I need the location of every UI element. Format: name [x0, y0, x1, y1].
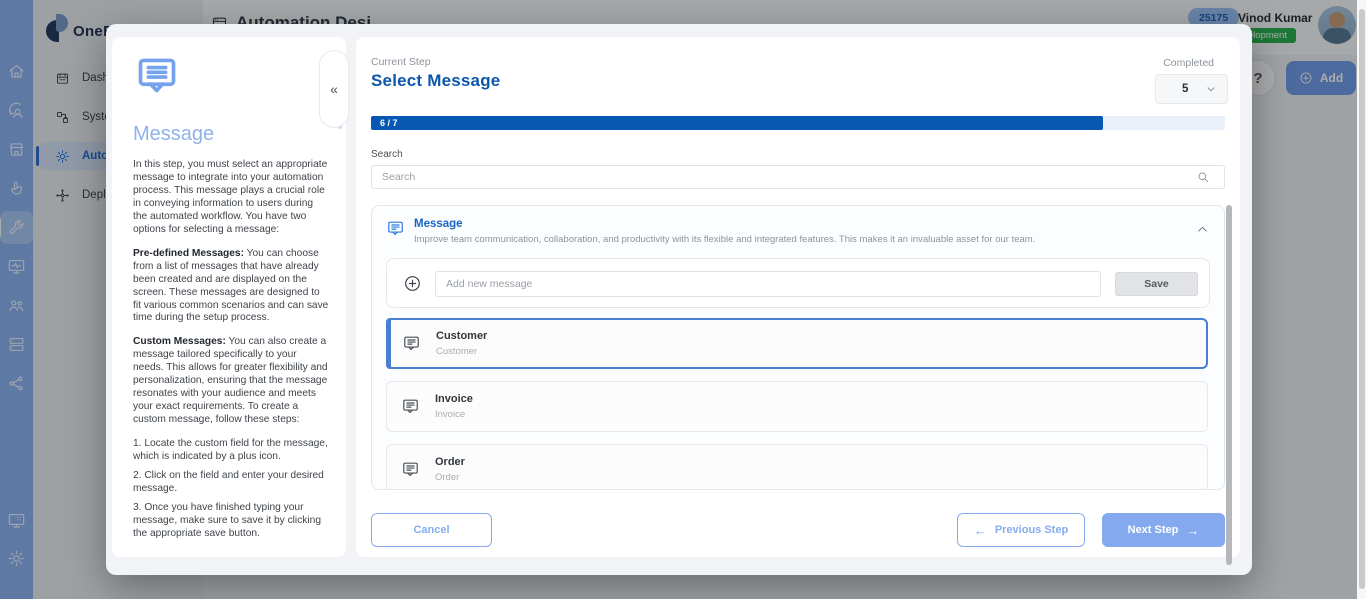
- completed-value: 5: [1182, 83, 1189, 95]
- step-title: Select Message: [371, 71, 501, 90]
- message-item-title: Customer: [436, 330, 488, 342]
- page-scrollbar-thumb[interactable]: [1358, 9, 1365, 589]
- progress-label: 6 / 7: [380, 118, 398, 128]
- collapse-panel-button[interactable]: «: [319, 50, 349, 128]
- left-panel-description: In this step, you must select an appropr…: [133, 159, 329, 539]
- next-step-button[interactable]: Next Step →: [1102, 513, 1225, 547]
- message-section-description: Improve team communication, collaboratio…: [414, 234, 1036, 245]
- add-message-input[interactable]: [435, 271, 1101, 297]
- chevron-down-icon: [1205, 83, 1217, 95]
- message-section: Message Improve team communication, coll…: [371, 205, 1225, 490]
- modal-right-panel: Current Step Select Message Completed 5 …: [356, 37, 1240, 557]
- message-list-item-invoice[interactable]: Invoice Invoice: [386, 381, 1208, 432]
- message-item-title: Order: [435, 456, 465, 468]
- progress-bar: 6 / 7: [371, 116, 1225, 130]
- search-icon: [1196, 170, 1210, 184]
- message-square-icon: [401, 397, 420, 416]
- search-input[interactable]: [371, 165, 1225, 189]
- cancel-button[interactable]: Cancel: [371, 513, 492, 547]
- message-item-subtitle: Invoice: [435, 409, 466, 420]
- search-label: Search: [371, 149, 403, 160]
- message-square-icon: [402, 334, 421, 353]
- completed-select[interactable]: 5: [1155, 74, 1228, 104]
- message-item-subtitle: Customer: [436, 346, 478, 357]
- message-square-icon: [401, 460, 420, 479]
- message-bubble-icon: [133, 54, 181, 98]
- wizard-modal: Message In this step, you must select an…: [106, 24, 1252, 575]
- collapse-section-button[interactable]: [1195, 222, 1210, 237]
- plus-circle-icon[interactable]: [403, 274, 422, 293]
- message-item-subtitle: Order: [435, 472, 460, 483]
- modal-left-panel: Message In this step, you must select an…: [112, 37, 346, 557]
- current-step-label: Current Step: [371, 56, 431, 68]
- message-section-title: Message: [414, 218, 463, 230]
- message-square-icon: [386, 219, 405, 238]
- arrow-right-icon: →: [1186, 522, 1200, 538]
- message-item-title: Invoice: [435, 393, 473, 405]
- modal-scrollbar-thumb[interactable]: [1226, 205, 1232, 565]
- completed-label: Completed: [1163, 57, 1214, 69]
- message-list-item-order[interactable]: Order Order: [386, 444, 1208, 489]
- save-button[interactable]: Save: [1115, 272, 1198, 296]
- arrow-left-icon: ←: [973, 522, 987, 538]
- message-list-item-customer[interactable]: Customer Customer: [386, 318, 1208, 369]
- left-panel-title: Message: [133, 123, 215, 145]
- previous-step-button[interactable]: ← Previous Step: [957, 513, 1085, 547]
- screen: OneE Dashboard System Automation Deploy …: [0, 0, 1366, 599]
- progress-fill: 6 / 7: [371, 116, 1103, 130]
- page-scrollbar[interactable]: [1357, 0, 1366, 599]
- add-message-row: Save: [386, 258, 1210, 308]
- chevrons-left-icon: «: [330, 81, 338, 97]
